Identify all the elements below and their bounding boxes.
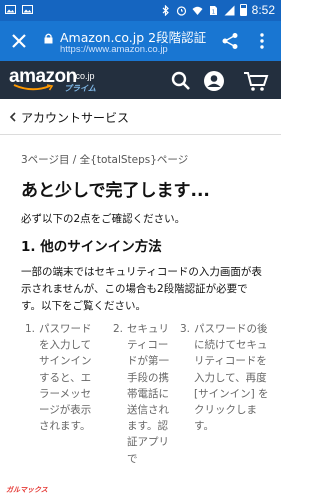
- image-icon: [22, 5, 33, 14]
- signal-icon: [224, 5, 235, 15]
- step-indicator: 3ページ目 / 全{totalSteps}ページ: [21, 154, 189, 166]
- amazon-logo-domain: .co.jp: [73, 71, 95, 81]
- list-item-text: セキュリティコードが第一手段の携帯電話に送信されます。認証アプリで: [127, 323, 169, 465]
- section-paragraph: 一部の端末ではセキュリティコードの入力画面が表示されませんが、この場合も2段階認…: [21, 266, 262, 312]
- list-item-number: 1.: [25, 323, 36, 335]
- alarm-icon: [176, 5, 186, 16]
- list-item-number: 2.: [113, 323, 124, 335]
- amazon-logo[interactable]: amazon .co.jp プライム: [9, 66, 99, 94]
- list-item-text: パスワードの後に続けてセキュリティコードを入力して、再度 [サインイン] をクリ…: [194, 323, 269, 433]
- status-bar: 1 8:52: [0, 0, 281, 21]
- watermark: ガルマックス: [6, 486, 48, 494]
- lock-icon: [44, 33, 53, 44]
- amazon-header: amazon .co.jp プライム: [0, 61, 281, 99]
- list-item-text: パスワードを入力してサインインすると、エラーメッセージが表示されます。: [39, 323, 92, 433]
- amazon-smile-icon: [13, 84, 54, 91]
- main-content: 3ページ目 / 全{totalSteps}ページ あと少しで完了します... 必…: [0, 135, 281, 500]
- battery-icon: [239, 4, 247, 16]
- breadcrumb-label: アカウントサービス: [21, 111, 130, 125]
- svg-text:1: 1: [212, 9, 215, 15]
- breadcrumb[interactable]: アカウントサービス: [0, 99, 281, 135]
- search-icon[interactable]: [170, 70, 192, 92]
- close-icon[interactable]: [9, 31, 29, 51]
- more-options-icon[interactable]: [258, 32, 266, 50]
- page-heading: あと少しで完了します...: [21, 181, 210, 201]
- clock: 8:52: [251, 3, 275, 17]
- bluetooth-icon: [162, 4, 169, 16]
- browser-toolbar: Amazon.co.jp 2段階認証 https://www.amazon.co…: [0, 21, 281, 61]
- confirm-instruction: 必ず以下の2点をご確認ください。: [21, 213, 186, 225]
- account-icon[interactable]: [203, 70, 225, 92]
- image-icon: [5, 5, 16, 14]
- prime-label: プライム: [64, 84, 96, 93]
- share-icon[interactable]: [221, 32, 239, 50]
- page-url: https://www.amazon.co.jp: [60, 44, 168, 55]
- chevron-left-icon: [9, 112, 16, 122]
- list-item-number: 3.: [180, 323, 191, 335]
- cart-icon[interactable]: [243, 70, 269, 92]
- wifi-icon: [192, 6, 203, 15]
- sim-icon: 1: [209, 5, 217, 15]
- section-title: 1. 他のサインイン方法: [21, 239, 162, 255]
